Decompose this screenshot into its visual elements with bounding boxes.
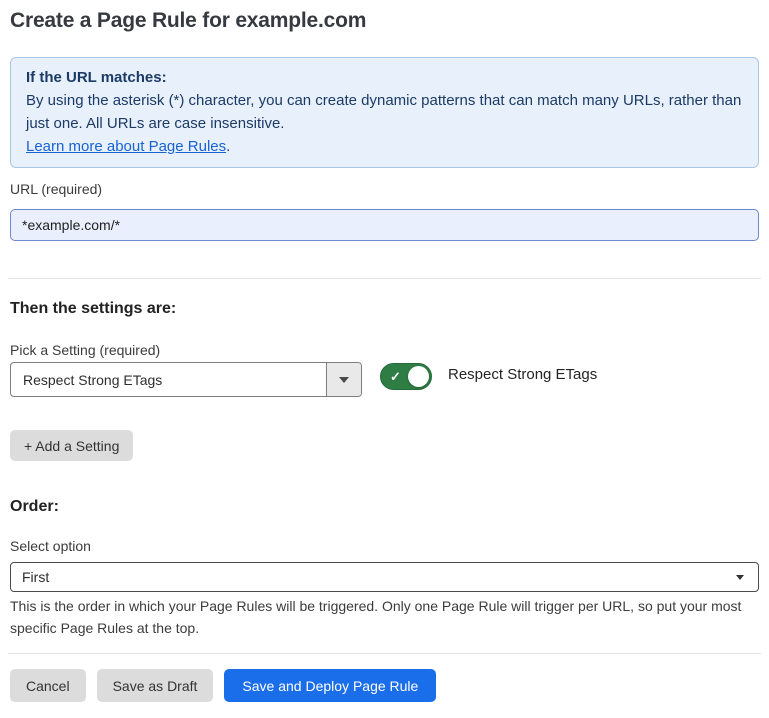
url-label: URL (required) — [10, 181, 102, 197]
url-match-info-box: If the URL matches: By using the asteris… — [10, 57, 759, 168]
settings-heading: Then the settings are: — [10, 300, 176, 318]
order-select-label: Select option — [10, 538, 91, 554]
url-input[interactable] — [10, 209, 759, 241]
order-helper-text: This is the order in which your Page Rul… — [10, 596, 762, 639]
page-title: Create a Page Rule for example.com — [10, 9, 366, 33]
save-draft-button[interactable]: Save as Draft — [97, 669, 214, 702]
dropdown-arrow-button[interactable] — [326, 363, 361, 396]
chevron-down-icon — [736, 575, 744, 580]
info-box-heading: If the URL matches: — [26, 66, 743, 89]
info-box-body: By using the asterisk (*) character, you… — [26, 89, 743, 135]
info-box-link-row: Learn more about Page Rules. — [26, 135, 743, 158]
learn-more-link[interactable]: Learn more about Page Rules — [26, 138, 226, 155]
pick-setting-label: Pick a Setting (required) — [10, 342, 160, 358]
toggle-knob — [408, 366, 429, 387]
chevron-down-icon — [339, 377, 349, 383]
cancel-button[interactable]: Cancel — [10, 669, 86, 702]
setting-toggle[interactable]: ✓ — [380, 363, 432, 390]
add-setting-button[interactable]: + Add a Setting — [10, 430, 133, 461]
order-heading: Order: — [10, 498, 59, 516]
order-select-value: First — [22, 569, 49, 585]
footer-divider — [8, 653, 761, 654]
setting-dropdown-value: Respect Strong ETags — [11, 372, 326, 388]
setting-dropdown[interactable]: Respect Strong ETags — [10, 362, 362, 397]
setting-toggle-label: Respect Strong ETags — [448, 366, 597, 383]
save-deploy-button[interactable]: Save and Deploy Page Rule — [224, 669, 436, 702]
check-icon: ✓ — [390, 370, 401, 383]
link-period: . — [226, 138, 230, 155]
section-divider — [8, 278, 761, 279]
order-select[interactable]: First — [10, 562, 759, 592]
footer-actions: Cancel Save as Draft Save and Deploy Pag… — [10, 669, 436, 702]
create-page-rule-panel: Create a Page Rule for example.com If th… — [0, 0, 769, 718]
